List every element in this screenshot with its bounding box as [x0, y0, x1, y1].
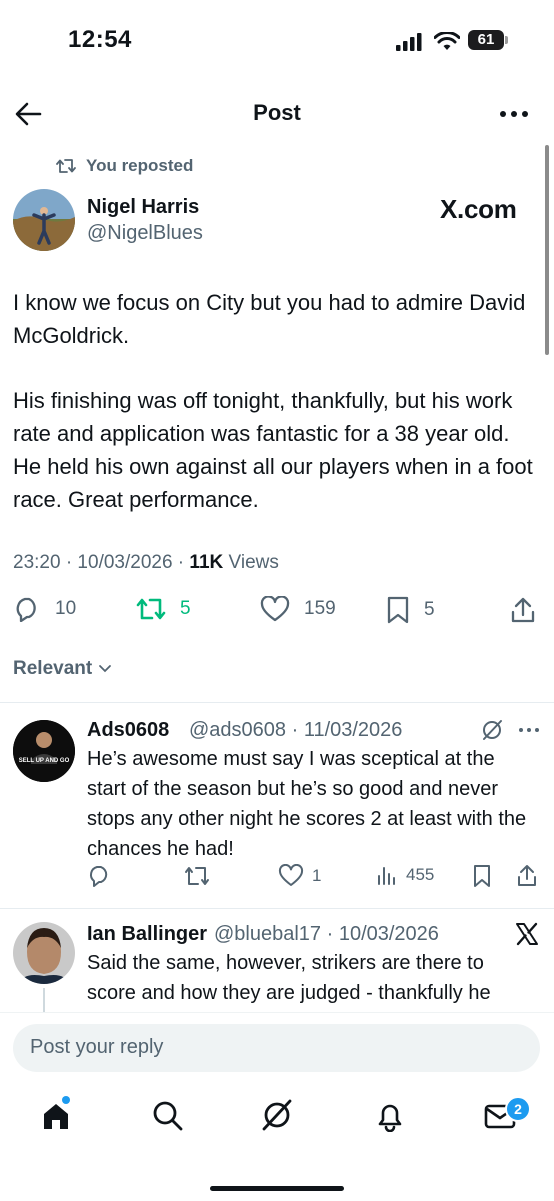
home-indicator [210, 1186, 344, 1191]
reply-views-action[interactable]: 455 [376, 864, 434, 886]
sort-label: Relevant [13, 658, 93, 679]
repost-context: You reposted [56, 156, 193, 176]
reply-author-name[interactable]: Ian Ballinger [87, 923, 207, 946]
views-label: Views [223, 552, 279, 573]
repost-count: 5 [180, 598, 191, 619]
battery-indicator: 61 [468, 30, 504, 50]
reply-input-placeholder: Post your reply [30, 1036, 164, 1058]
reply-text: Said the same, however, strikers are the… [87, 952, 491, 1004]
author-name[interactable]: Nigel Harris [87, 196, 199, 219]
more-options-icon[interactable] [499, 110, 529, 118]
site-label: X.com [440, 194, 517, 224]
post-paragraph-2: His finishing was off tonight, thankfull… [13, 388, 533, 512]
reply-text: He’s awesome must say I was sceptical at… [87, 748, 527, 860]
chevron-down-icon [99, 665, 112, 673]
reply-author-handle[interactable]: @ads0608 · 11/03/2026 [189, 719, 402, 742]
wifi-icon [434, 32, 460, 50]
author-avatar[interactable] [13, 189, 75, 251]
home-icon[interactable] [40, 1100, 72, 1132]
repost-label: You reposted [86, 156, 194, 175]
reply-like-action[interactable]: 1 [278, 864, 321, 888]
reply-author-handle[interactable]: @bluebal17 · 10/03/2026 [214, 923, 439, 946]
reply-more-icon[interactable] [518, 727, 540, 733]
status-time: 12:54 [68, 26, 132, 53]
author-handle[interactable]: @NigelBlues [87, 222, 203, 245]
share-icon[interactable] [510, 596, 536, 624]
reply-like-count: 1 [312, 866, 322, 885]
divider [0, 702, 554, 703]
views-icon [378, 867, 395, 885]
bookmark-icon [387, 596, 409, 624]
views-count: 11K [189, 552, 224, 573]
reply-author-name[interactable]: Ads0608 [87, 719, 169, 742]
reply-share-icon[interactable] [516, 863, 538, 887]
grok-icon[interactable] [481, 719, 503, 741]
messages-badge: 2 [505, 1096, 531, 1122]
reply-action[interactable]: 10 [13, 596, 76, 622]
like-action[interactable]: 159 [260, 596, 336, 622]
reply-comment-icon[interactable] [87, 864, 111, 888]
divider [0, 908, 554, 909]
search-icon[interactable] [152, 1100, 184, 1132]
reply-text-clip: Said the same, however, strikers are the… [87, 948, 527, 1010]
signal-icon [396, 33, 422, 51]
page-title: Post [253, 100, 301, 125]
post-timestamp: 23:20 · 10/03/2026 · [13, 552, 190, 573]
reply-repost-icon[interactable] [184, 864, 210, 888]
home-notification-dot [62, 1096, 70, 1104]
reply-avatar-text: SELL UP AND GO [18, 758, 70, 764]
reply-bookmark-icon[interactable] [472, 864, 492, 888]
reply-count: 10 [55, 598, 77, 619]
reply-heart-icon [278, 864, 304, 886]
repost-action[interactable]: 5 [136, 596, 191, 622]
reply-avatar[interactable]: SELL UP AND GO [13, 720, 75, 782]
post-paragraph-1: I know we focus on City but you had to a… [13, 290, 526, 348]
grok-nav-icon[interactable] [260, 1098, 294, 1132]
scrollbar[interactable] [545, 145, 549, 355]
reply-icon [16, 597, 36, 622]
repost-icon-green [136, 598, 166, 620]
post-meta: 23:20 · 10/03/2026 · 11K Views [13, 552, 279, 574]
x-logo-icon [516, 922, 538, 946]
like-count: 159 [304, 598, 336, 619]
reply-views-count: 455 [406, 865, 435, 884]
repost-icon [56, 159, 76, 173]
sort-selector[interactable]: Relevant [13, 658, 112, 680]
heart-icon [260, 596, 290, 622]
bell-icon[interactable] [374, 1100, 406, 1132]
battery-cap [505, 36, 508, 44]
bookmark-count: 5 [424, 599, 435, 620]
reply-avatar[interactable] [13, 922, 75, 984]
bookmark-action[interactable]: 5 [386, 596, 435, 624]
